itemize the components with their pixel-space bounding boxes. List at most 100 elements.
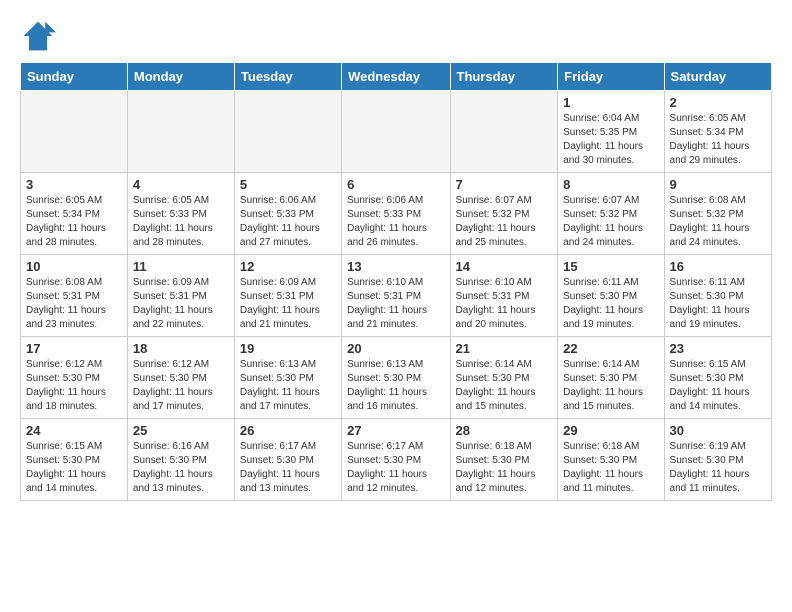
day-number: 8 (563, 177, 658, 192)
day-number: 20 (347, 341, 444, 356)
day-info: Sunrise: 6:08 AMSunset: 5:31 PMDaylight:… (26, 276, 122, 332)
col-header-tuesday: Tuesday (234, 63, 341, 91)
day-info: Sunrise: 6:09 AMSunset: 5:31 PMDaylight:… (133, 276, 229, 332)
col-header-saturday: Saturday (664, 63, 771, 91)
day-cell (234, 91, 341, 173)
day-number: 19 (240, 341, 336, 356)
day-info: Sunrise: 6:15 AMSunset: 5:30 PMDaylight:… (26, 440, 122, 496)
day-cell: 13 Sunrise: 6:10 AMSunset: 5:31 PMDayligh… (342, 255, 450, 337)
day-info: Sunrise: 6:12 AMSunset: 5:30 PMDaylight:… (26, 358, 122, 414)
col-header-monday: Monday (127, 63, 234, 91)
day-number: 22 (563, 341, 658, 356)
week-row-4: 17 Sunrise: 6:12 AMSunset: 5:30 PMDayligh… (21, 337, 772, 419)
day-number: 12 (240, 259, 336, 274)
page-header (0, 0, 792, 62)
day-cell: 29Sunrise: 6:18 AMSunset: 5:30 PMDayligh… (558, 419, 664, 501)
day-number: 2 (670, 95, 766, 110)
day-info: Sunrise: 6:06 AMSunset: 5:33 PMDaylight:… (347, 194, 444, 250)
day-cell: 21 Sunrise: 6:14 AMSunset: 5:30 PMDayligh… (450, 337, 558, 419)
day-cell: 1Sunrise: 6:04 AMSunset: 5:35 PMDaylight… (558, 91, 664, 173)
day-cell: 11 Sunrise: 6:09 AMSunset: 5:31 PMDayligh… (127, 255, 234, 337)
day-number: 13 (347, 259, 444, 274)
day-info: Sunrise: 6:16 AMSunset: 5:30 PMDaylight:… (133, 440, 229, 496)
week-row-2: 3 Sunrise: 6:05 AMSunset: 5:34 PMDaylight… (21, 173, 772, 255)
day-cell: 10 Sunrise: 6:08 AMSunset: 5:31 PMDayligh… (21, 255, 128, 337)
day-info: Sunrise: 6:14 AMSunset: 5:30 PMDaylight:… (563, 358, 658, 414)
day-cell: 22 Sunrise: 6:14 AMSunset: 5:30 PMDayligh… (558, 337, 664, 419)
day-cell (21, 91, 128, 173)
calendar-table: SundayMondayTuesdayWednesdayThursdayFrid… (20, 62, 772, 501)
day-info: Sunrise: 6:05 AMSunset: 5:34 PMDaylight:… (670, 112, 766, 168)
day-number: 11 (133, 259, 229, 274)
calendar-wrap: SundayMondayTuesdayWednesdayThursdayFrid… (0, 62, 792, 511)
day-number: 6 (347, 177, 444, 192)
day-cell: 24 Sunrise: 6:15 AMSunset: 5:30 PMDayligh… (21, 419, 128, 501)
day-number: 23 (670, 341, 766, 356)
day-cell: 17 Sunrise: 6:12 AMSunset: 5:30 PMDayligh… (21, 337, 128, 419)
header-row: SundayMondayTuesdayWednesdayThursdayFrid… (21, 63, 772, 91)
logo-icon (20, 18, 56, 54)
day-cell: 25 Sunrise: 6:16 AMSunset: 5:30 PMDayligh… (127, 419, 234, 501)
day-cell: 27 Sunrise: 6:17 AMSunset: 5:30 PMDayligh… (342, 419, 450, 501)
day-info: Sunrise: 6:17 AMSunset: 5:30 PMDaylight:… (347, 440, 444, 496)
day-cell (127, 91, 234, 173)
day-cell: 12Sunrise: 6:09 AMSunset: 5:31 PMDayligh… (234, 255, 341, 337)
day-info: Sunrise: 6:11 AMSunset: 5:30 PMDaylight:… (670, 276, 766, 332)
day-cell: 8Sunrise: 6:07 AMSunset: 5:32 PMDaylight… (558, 173, 664, 255)
day-info: Sunrise: 6:05 AMSunset: 5:34 PMDaylight:… (26, 194, 122, 250)
logo (20, 18, 60, 54)
week-row-3: 10 Sunrise: 6:08 AMSunset: 5:31 PMDayligh… (21, 255, 772, 337)
day-number: 10 (26, 259, 122, 274)
day-number: 25 (133, 423, 229, 438)
day-info: Sunrise: 6:11 AMSunset: 5:30 PMDaylight:… (563, 276, 658, 332)
day-number: 9 (670, 177, 766, 192)
day-number: 15 (563, 259, 658, 274)
day-cell: 14Sunrise: 6:10 AMSunset: 5:31 PMDayligh… (450, 255, 558, 337)
day-info: Sunrise: 6:13 AMSunset: 5:30 PMDaylight:… (240, 358, 336, 414)
day-cell (450, 91, 558, 173)
week-row-5: 24 Sunrise: 6:15 AMSunset: 5:30 PMDayligh… (21, 419, 772, 501)
day-number: 29 (563, 423, 658, 438)
day-info: Sunrise: 6:13 AMSunset: 5:30 PMDaylight:… (347, 358, 444, 414)
day-number: 16 (670, 259, 766, 274)
day-info: Sunrise: 6:10 AMSunset: 5:31 PMDaylight:… (347, 276, 444, 332)
day-number: 28 (456, 423, 553, 438)
day-cell: 4Sunrise: 6:05 AMSunset: 5:33 PMDaylight… (127, 173, 234, 255)
day-cell: 18 Sunrise: 6:12 AMSunset: 5:30 PMDayligh… (127, 337, 234, 419)
day-number: 26 (240, 423, 336, 438)
day-cell (342, 91, 450, 173)
day-number: 18 (133, 341, 229, 356)
day-info: Sunrise: 6:15 AMSunset: 5:30 PMDaylight:… (670, 358, 766, 414)
day-cell: 7 Sunrise: 6:07 AMSunset: 5:32 PMDaylight… (450, 173, 558, 255)
day-cell: 23 Sunrise: 6:15 AMSunset: 5:30 PMDayligh… (664, 337, 771, 419)
day-cell: 28 Sunrise: 6:18 AMSunset: 5:30 PMDayligh… (450, 419, 558, 501)
day-info: Sunrise: 6:14 AMSunset: 5:30 PMDaylight:… (456, 358, 553, 414)
day-info: Sunrise: 6:17 AMSunset: 5:30 PMDaylight:… (240, 440, 336, 496)
day-number: 5 (240, 177, 336, 192)
day-number: 1 (563, 95, 658, 110)
day-number: 14 (456, 259, 553, 274)
day-number: 30 (670, 423, 766, 438)
day-info: Sunrise: 6:06 AMSunset: 5:33 PMDaylight:… (240, 194, 336, 250)
calendar-body: 1Sunrise: 6:04 AMSunset: 5:35 PMDaylight… (21, 91, 772, 501)
day-info: Sunrise: 6:08 AMSunset: 5:32 PMDaylight:… (670, 194, 766, 250)
day-number: 3 (26, 177, 122, 192)
calendar-header: SundayMondayTuesdayWednesdayThursdayFrid… (21, 63, 772, 91)
day-info: Sunrise: 6:05 AMSunset: 5:33 PMDaylight:… (133, 194, 229, 250)
day-cell: 6 Sunrise: 6:06 AMSunset: 5:33 PMDaylight… (342, 173, 450, 255)
day-cell: 3 Sunrise: 6:05 AMSunset: 5:34 PMDaylight… (21, 173, 128, 255)
day-number: 24 (26, 423, 122, 438)
col-header-wednesday: Wednesday (342, 63, 450, 91)
day-info: Sunrise: 6:07 AMSunset: 5:32 PMDaylight:… (456, 194, 553, 250)
day-info: Sunrise: 6:18 AMSunset: 5:30 PMDaylight:… (456, 440, 553, 496)
day-cell: 20 Sunrise: 6:13 AMSunset: 5:30 PMDayligh… (342, 337, 450, 419)
day-cell: 2 Sunrise: 6:05 AMSunset: 5:34 PMDaylight… (664, 91, 771, 173)
day-number: 17 (26, 341, 122, 356)
day-number: 27 (347, 423, 444, 438)
day-info: Sunrise: 6:12 AMSunset: 5:30 PMDaylight:… (133, 358, 229, 414)
day-number: 21 (456, 341, 553, 356)
day-cell: 16 Sunrise: 6:11 AMSunset: 5:30 PMDayligh… (664, 255, 771, 337)
col-header-sunday: Sunday (21, 63, 128, 91)
day-number: 7 (456, 177, 553, 192)
day-cell: 30Sunrise: 6:19 AMSunset: 5:30 PMDayligh… (664, 419, 771, 501)
